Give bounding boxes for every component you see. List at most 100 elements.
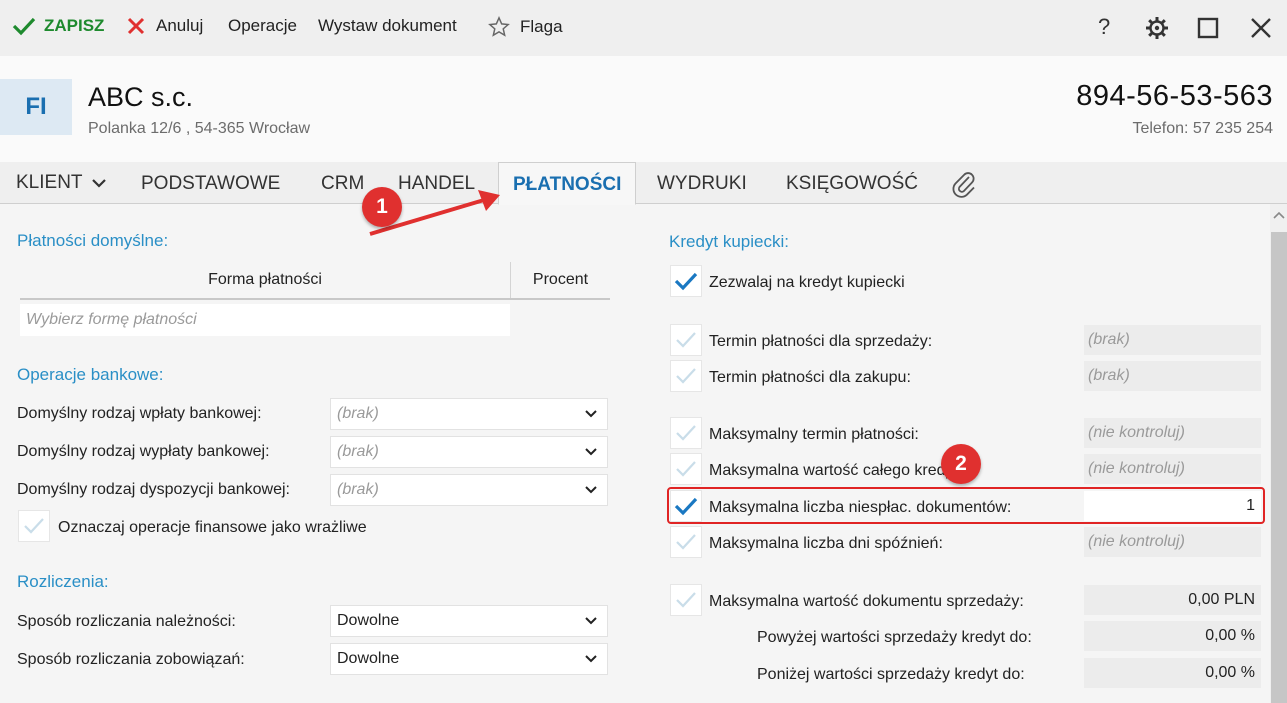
cancel-button[interactable]: Anuluj [126, 16, 203, 36]
scrollbar-thumb[interactable] [1271, 232, 1287, 703]
close-window-button[interactable] [1250, 17, 1272, 45]
scroll-up-icon[interactable] [1272, 210, 1286, 220]
receivables-settlement-select[interactable]: Dowolne [330, 605, 608, 637]
checkmark-icon [676, 368, 696, 384]
tab-label: PŁATNOŚCI [513, 174, 622, 195]
select-value: (brak) [337, 443, 379, 460]
default-payments-title: Płatności domyślne: [17, 231, 169, 250]
column-percent[interactable]: Procent [511, 262, 610, 298]
below-sales-credit-label: Poniżej wartości sprzedaży kredyt do: [757, 666, 1025, 683]
purchase-payment-term-checkbox[interactable] [670, 360, 702, 392]
operations-button[interactable]: Operacje [228, 16, 297, 36]
purchase-payment-term-value[interactable]: (brak) [1084, 361, 1261, 391]
sales-payment-term-label: Termin płatności dla sprzedaży: [709, 333, 933, 350]
maximize-icon [1197, 17, 1219, 39]
checkmark-icon [676, 534, 696, 550]
checkmark-icon [12, 17, 36, 36]
sensitive-ops-checkbox[interactable] [18, 510, 50, 542]
help-label: ? [1098, 14, 1111, 39]
chevron-down-icon [91, 179, 106, 188]
allow-credit-label: Zezwalaj na kredyt kupiecki [709, 274, 905, 291]
flag-label: Flaga [520, 17, 563, 36]
issue-document-button[interactable]: Wystaw dokument [318, 16, 457, 36]
max-credit-value-value[interactable]: (nie kontroluj) [1084, 454, 1261, 484]
bank-withdrawal-label: Domyślny rodzaj wypłaty bankowej: [17, 443, 270, 460]
max-sales-doc-value-value[interactable]: 0,00 PLN [1084, 585, 1261, 615]
tab-podstawowe[interactable]: PODSTAWOWE [141, 162, 280, 204]
chevron-down-icon [585, 655, 597, 663]
checkmark-icon [676, 461, 696, 477]
gear-icon [1146, 17, 1168, 39]
tab-ksiegowosc[interactable]: KSIĘGOWOŚĆ [786, 162, 918, 204]
max-payment-term-checkbox[interactable] [670, 417, 702, 449]
star-icon [488, 16, 510, 37]
chevron-down-icon [585, 617, 597, 625]
payment-form-input[interactable]: Wybierz formę płatności [20, 304, 510, 336]
tab-label: WYDRUKI [657, 173, 747, 194]
select-value: (brak) [337, 481, 379, 498]
issue-document-label: Wystaw dokument [318, 16, 457, 35]
save-button[interactable]: ZAPISZ [12, 16, 104, 36]
tab-klient[interactable]: KLIENT [16, 162, 107, 204]
bank-withdrawal-select[interactable]: (brak) [330, 436, 608, 468]
company-phone: Telefon: 57 235 254 [1132, 120, 1273, 137]
sensitive-ops-label: Oznaczaj operacje finansowe jako wrażliw… [58, 519, 367, 536]
help-button[interactable]: ? [1098, 14, 1110, 40]
company-address: Polanka 12/6 , 54-365 Wrocław [88, 120, 311, 137]
company-name: ABC s.c. [88, 82, 194, 112]
annotation-marker-2: 2 [941, 444, 981, 484]
payment-forms-table-header: Forma płatności Procent [20, 262, 610, 300]
max-payment-term-label: Maksymalny termin płatności: [709, 426, 919, 443]
bank-deposit-select[interactable]: (brak) [330, 398, 608, 430]
max-overdue-days-value[interactable]: (nie kontroluj) [1084, 527, 1261, 557]
max-sales-doc-value-label: Maksymalna wartość dokumentu sprzedaży: [709, 593, 1024, 610]
annotation-marker-1: 1 [362, 187, 402, 227]
tab-bar: KLIENT PODSTAWOWE CRM HANDEL PŁATNOŚCI W… [0, 162, 1287, 205]
bank-disposition-select[interactable]: (brak) [330, 474, 608, 506]
select-value: Dowolne [337, 650, 400, 667]
trade-credit-title: Kredyt kupiecki: [669, 232, 789, 251]
tab-label: CRM [321, 173, 365, 194]
select-value: (brak) [337, 405, 379, 422]
max-credit-value-checkbox[interactable] [670, 453, 702, 485]
purchase-payment-term-label: Termin płatności dla zakupu: [709, 369, 911, 386]
close-icon [1251, 18, 1271, 38]
settings-button[interactable] [1145, 16, 1169, 46]
tab-wydruki[interactable]: WYDRUKI [657, 162, 747, 204]
below-sales-credit-value[interactable]: 0,00 % [1084, 658, 1261, 688]
flag-button[interactable]: Flaga [488, 16, 563, 38]
chevron-down-icon [585, 486, 597, 494]
contractor-header: FI ABC s.c. Polanka 12/6 , 54-365 Wrocła… [0, 56, 1287, 162]
checkmark-icon [676, 592, 696, 608]
receivables-settlement-label: Sposób rozliczania należności: [17, 613, 236, 630]
contractor-type-badge: FI [0, 79, 72, 135]
liabilities-settlement-select[interactable]: Dowolne [330, 643, 608, 675]
sales-payment-term-value[interactable]: (brak) [1084, 325, 1261, 355]
above-sales-credit-label: Powyżej wartości sprzedaży kredyt do: [757, 629, 1032, 646]
tab-label: KSIĘGOWOŚĆ [786, 173, 918, 194]
above-sales-credit-value[interactable]: 0,00 % [1084, 621, 1261, 651]
attachments-tab[interactable] [950, 168, 976, 210]
tab-label: PODSTAWOWE [141, 173, 281, 194]
checkmark-icon [24, 518, 44, 534]
sales-payment-term-checkbox[interactable] [670, 324, 702, 356]
select-value: Dowolne [337, 612, 400, 629]
allow-credit-checkbox[interactable] [670, 265, 702, 297]
max-sales-doc-value-checkbox[interactable] [670, 584, 702, 616]
paperclip-icon [952, 172, 975, 198]
column-payment-form[interactable]: Forma płatności [20, 262, 510, 298]
save-label: ZAPISZ [44, 16, 105, 35]
close-icon [127, 17, 145, 35]
tab-label: KLIENT [16, 172, 83, 193]
company-nip: 894-56-53-563 [1076, 80, 1273, 112]
toolbar: ZAPISZ Anuluj Operacje Wystaw dokument F… [0, 0, 1287, 56]
liabilities-settlement-label: Sposób rozliczania zobowiązań: [17, 651, 245, 668]
settlements-title: Rozliczenia: [17, 572, 109, 591]
chevron-down-icon [585, 448, 597, 456]
max-payment-term-value[interactable]: (nie kontroluj) [1084, 418, 1261, 448]
bank-operations-title: Operacje bankowe: [17, 365, 164, 384]
tab-crm[interactable]: CRM [321, 162, 364, 204]
max-overdue-days-checkbox[interactable] [670, 526, 702, 558]
checkmark-icon [676, 332, 696, 348]
maximize-button[interactable] [1197, 17, 1219, 45]
